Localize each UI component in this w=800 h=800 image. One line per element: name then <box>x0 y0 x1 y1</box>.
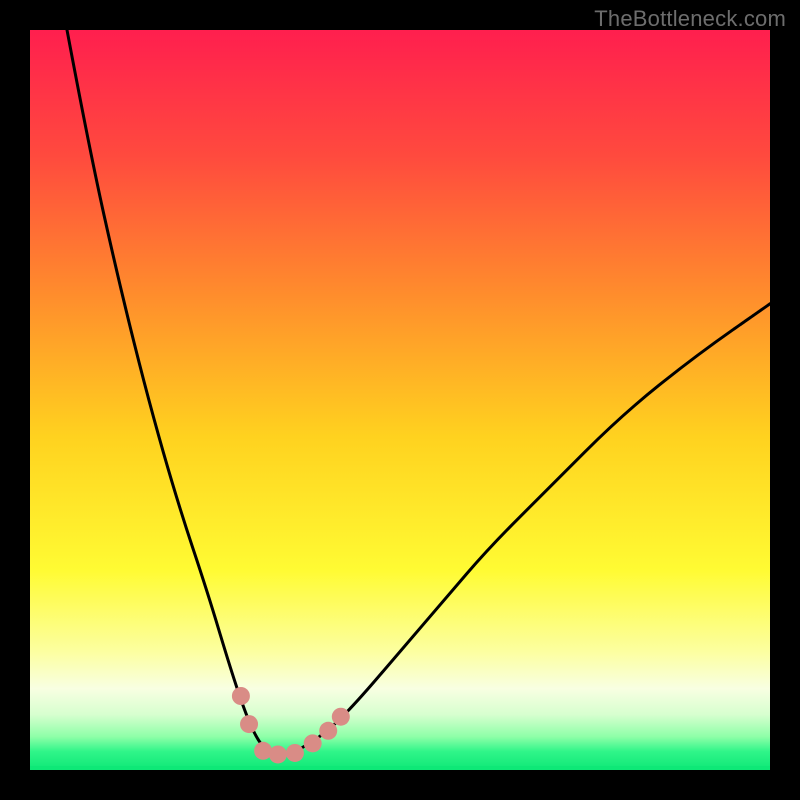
curve-marker <box>319 722 337 740</box>
watermark-label: TheBottleneck.com <box>594 6 786 32</box>
chart-svg <box>30 30 770 770</box>
curve-marker <box>304 734 322 752</box>
curve-marker <box>286 744 304 762</box>
curve-marker <box>232 687 250 705</box>
curve-marker <box>269 745 287 763</box>
gradient-background <box>30 30 770 770</box>
curve-marker <box>240 715 258 733</box>
chart-frame: TheBottleneck.com <box>0 0 800 800</box>
plot-area <box>30 30 770 770</box>
curve-marker <box>332 708 350 726</box>
